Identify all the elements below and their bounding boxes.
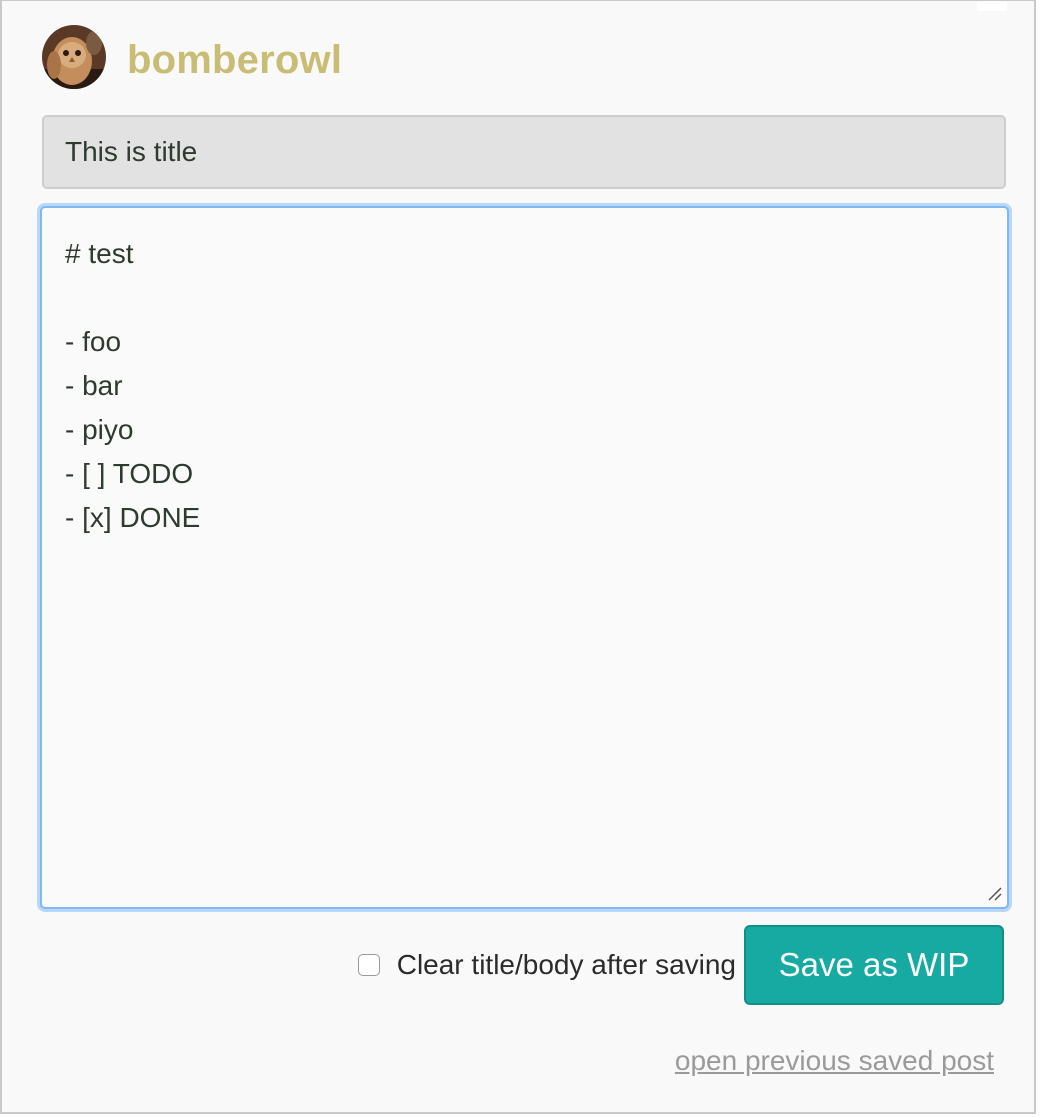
clear-after-saving-label: Clear title/body after saving <box>396 949 736 980</box>
popup-notch <box>977 1 1007 11</box>
owl-avatar-icon <box>42 25 106 89</box>
body-textarea[interactable]: # test - foo - bar - piyo - [ ] TODO - [… <box>40 206 1009 909</box>
title-input[interactable] <box>42 115 1006 189</box>
open-previous-saved-post-link[interactable]: open previous saved post <box>675 1045 994 1077</box>
popup-window: bomberowl # test - foo - bar - piyo - [ … <box>0 0 1036 1114</box>
resize-grip-icon[interactable] <box>986 885 1002 901</box>
action-bar: Clear title/body after saving Save as WI… <box>352 925 1004 1005</box>
clear-after-saving-option[interactable]: Clear title/body after saving <box>357 949 736 981</box>
user-header: bomberowl <box>42 25 342 89</box>
clear-after-saving-checkbox[interactable] <box>357 954 380 976</box>
save-as-wip-button[interactable]: Save as WIP <box>744 925 1004 1005</box>
username: bomberowl <box>127 37 343 82</box>
